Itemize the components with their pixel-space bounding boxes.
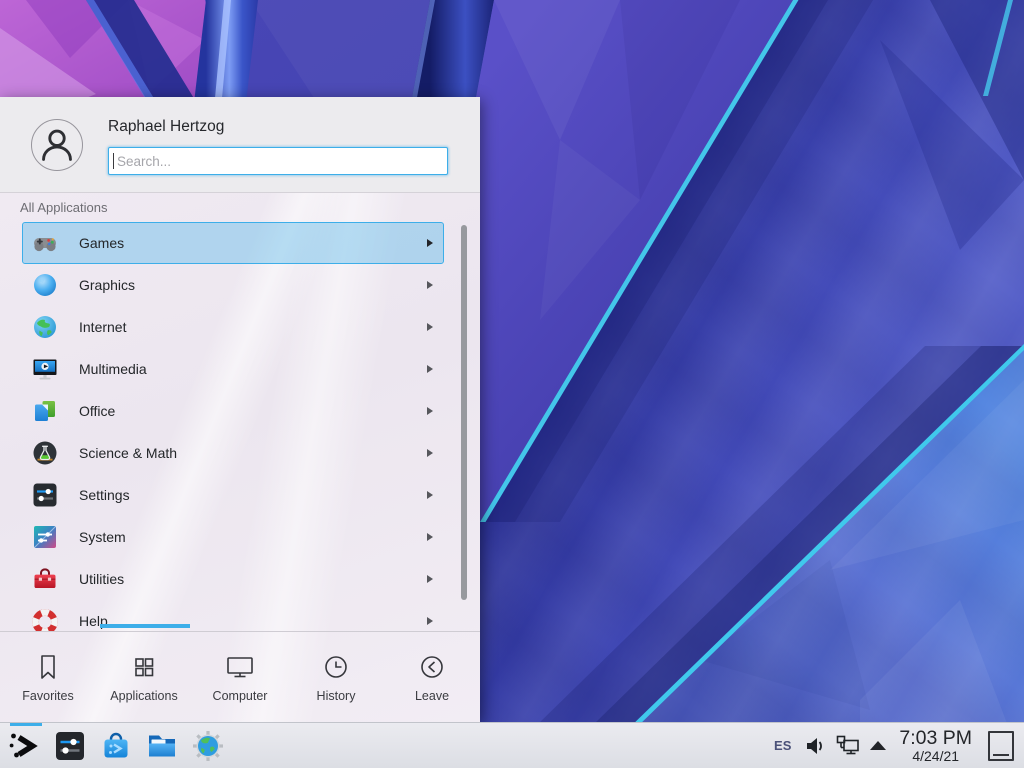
launcher-tab-bar: Favorites Applications Computer [0,631,480,722]
show-desktop-button[interactable] [988,731,1014,761]
tab-label: Favorites [22,689,73,703]
menu-item-internet[interactable]: Internet [22,306,444,348]
monitor-icon [225,652,255,682]
kali-menu-icon[interactable] [8,730,40,762]
keyboard-layout-indicator[interactable]: ES [774,738,791,753]
menu-item-label: Science & Math [79,445,177,461]
documents-icon [32,398,58,424]
taskbar-panel: ES 7:03 PM 4/24/21 [0,722,1024,768]
menu-item-label: System [79,529,126,545]
tab-label: Leave [415,689,449,703]
submenu-arrow-icon [427,365,433,373]
bookmark-icon [33,652,63,682]
active-tab-indicator [100,624,190,628]
blue-sphere-icon [32,272,58,298]
clock-date: 4/24/21 [912,749,959,764]
user-avatar-icon [31,119,83,171]
submenu-arrow-icon [427,281,433,289]
list-scrollbar[interactable] [461,225,467,600]
menu-item-utilities[interactable]: Utilities [22,558,444,600]
menu-item-label: Office [79,403,115,419]
menu-item-office[interactable]: Office [22,390,444,432]
media-monitor-icon [32,356,58,382]
launcher-active-indicator [10,723,42,726]
menu-item-label: Internet [79,319,126,335]
tab-label: Computer [213,689,268,703]
submenu-arrow-icon [427,449,433,457]
tab-label: Applications [110,689,177,703]
submenu-arrow-icon [427,239,433,247]
menu-item-label: Settings [79,487,130,503]
menu-item-help[interactable]: Help [22,600,444,631]
section-label: All Applications [20,200,107,215]
desktop: Raphael Hertzog All Applications [0,0,1024,768]
submenu-arrow-icon [427,533,433,541]
discover-store-icon[interactable] [100,730,132,762]
menu-item-games[interactable]: Games [22,222,444,264]
application-category-list: All Applications Games [0,193,480,631]
submenu-arrow-icon [427,491,433,499]
menu-item-label: Utilities [79,571,124,587]
globe-icon [32,314,58,340]
search-input[interactable] [108,147,448,175]
menu-item-label: Games [79,235,124,251]
menu-item-system[interactable]: System [22,516,444,558]
menu-item-graphics[interactable]: Graphics [22,264,444,306]
expand-tray-icon[interactable] [870,741,886,750]
submenu-arrow-icon [427,407,433,415]
leave-icon [417,652,447,682]
toolbox-icon [32,566,58,592]
menu-item-label: Graphics [79,277,135,293]
volume-icon[interactable] [804,735,826,757]
tab-favorites[interactable]: Favorites [0,632,96,722]
system-tray: ES 7:03 PM 4/24/21 [774,728,1016,764]
system-settings-icon[interactable] [54,730,86,762]
web-browser-icon[interactable] [192,730,224,762]
flask-icon [32,440,58,466]
sliders-dark-icon [32,482,58,508]
tab-computer[interactable]: Computer [192,632,288,722]
digital-clock[interactable]: 7:03 PM 4/24/21 [899,728,972,764]
submenu-arrow-icon [427,575,433,583]
network-icon[interactable] [836,735,860,757]
clock-icon [321,652,351,682]
gamepad-icon [32,230,58,256]
user-name: Raphael Hertzog [108,118,224,136]
menu-item-settings[interactable]: Settings [22,474,444,516]
tab-label: History [317,689,356,703]
grid-icon [129,652,159,682]
clock-time: 7:03 PM [899,728,972,749]
submenu-arrow-icon [427,617,433,625]
menu-item-multimedia[interactable]: Multimedia [22,348,444,390]
lifebuoy-icon [32,608,58,631]
submenu-arrow-icon [427,323,433,331]
tab-history[interactable]: History [288,632,384,722]
sliders-color-icon [32,524,58,550]
text-cursor [113,153,114,169]
menu-item-label: Multimedia [79,361,147,377]
menu-item-science-math[interactable]: Science & Math [22,432,444,474]
tab-applications[interactable]: Applications [96,632,192,722]
launcher-header: Raphael Hertzog [0,97,480,193]
file-manager-icon[interactable] [146,730,178,762]
application-launcher-menu: Raphael Hertzog All Applications [0,97,480,722]
tab-leave[interactable]: Leave [384,632,480,722]
